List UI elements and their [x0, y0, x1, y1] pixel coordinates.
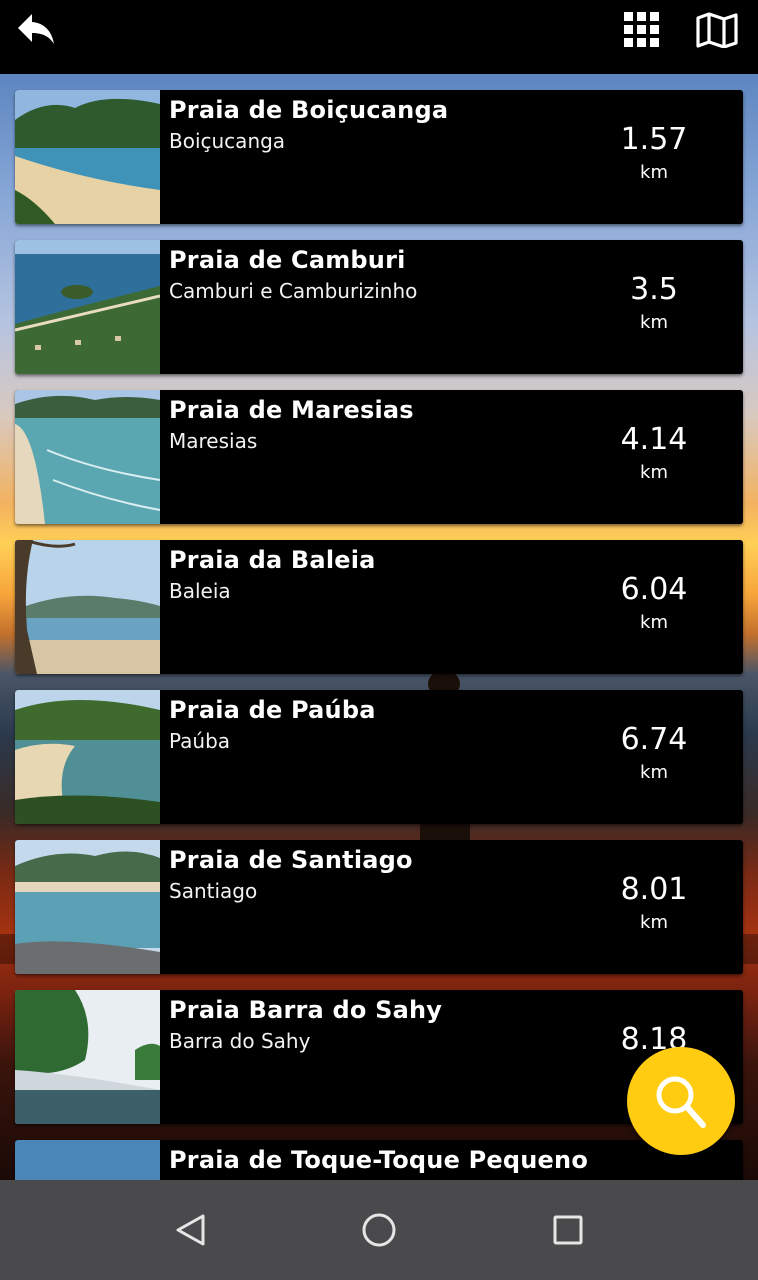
beach-region: Maresias: [169, 429, 258, 453]
beach-card[interactable]: Praia de Maresias Maresias 4.14 km: [15, 390, 743, 524]
beach-card[interactable]: Praia de Camburi Camburi e Camburizinho …: [15, 240, 743, 374]
beach-name: Praia da Baleia: [169, 546, 376, 574]
beach-region: Camburi e Camburizinho: [169, 279, 418, 303]
beach-thumbnail: [15, 90, 160, 224]
distance-value: 6.04: [620, 572, 688, 607]
distance-value: 4.14: [620, 422, 688, 457]
beach-card[interactable]: Praia de Boiçucanga Boiçucanga 1.57 km: [15, 90, 743, 224]
beach-name: Praia de Boiçucanga: [169, 96, 449, 124]
map-icon[interactable]: [696, 12, 738, 49]
grid-view-icon[interactable]: [624, 12, 660, 48]
beach-thumbnail: [15, 690, 160, 824]
distance-unit: km: [640, 312, 668, 333]
distance-unit: km: [640, 462, 668, 483]
beach-thumbnail: [15, 240, 160, 374]
beach-name: Praia Barra do Sahy: [169, 996, 443, 1024]
back-arrow-icon[interactable]: [14, 10, 58, 50]
nav-recents-icon[interactable]: [548, 1210, 588, 1250]
distance-value: 8.01: [620, 872, 688, 907]
beach-distance: 6.04 km: [609, 572, 699, 638]
distance-unit: km: [640, 612, 668, 633]
nav-home-icon[interactable]: [359, 1210, 399, 1250]
beach-distance: 6.74 km: [609, 722, 699, 788]
nav-back-icon[interactable]: [170, 1210, 210, 1250]
beach-card[interactable]: Praia de Santiago Santiago 8.01 km: [15, 840, 743, 974]
beach-card[interactable]: Praia de Paúba Paúba 6.74 km: [15, 690, 743, 824]
beach-distance: 1.57 km: [609, 122, 699, 188]
beach-name: Praia de Paúba: [169, 696, 376, 724]
beach-name: Praia de Santiago: [169, 846, 413, 874]
beach-region: Paúba: [169, 729, 231, 753]
beach-name: Praia de Toque-Toque Pequeno: [169, 1146, 589, 1174]
beach-thumbnail: [15, 540, 160, 674]
search-button[interactable]: [627, 1047, 735, 1155]
beach-card[interactable]: Praia da Baleia Baleia 6.04 km: [15, 540, 743, 674]
distance-unit: km: [640, 912, 668, 933]
app-toolbar: [0, 0, 758, 74]
beach-distance: 8.01 km: [609, 872, 699, 938]
beach-distance: 4.14 km: [609, 422, 699, 488]
distance-unit: km: [640, 762, 668, 783]
beach-region: Baleia: [169, 579, 231, 603]
distance-value: 1.57: [620, 122, 688, 157]
distance-value: 3.5: [630, 272, 678, 307]
beach-thumbnail: [15, 390, 160, 524]
beach-region: Santiago: [169, 879, 258, 903]
beach-region: Barra do Sahy: [169, 1029, 311, 1053]
system-navigation-bar: [0, 1180, 758, 1280]
distance-value: 6.74: [620, 722, 688, 757]
beach-name: Praia de Camburi: [169, 246, 406, 274]
beach-region: Boiçucanga: [169, 129, 286, 153]
distance-unit: km: [640, 162, 668, 183]
search-icon: [656, 1076, 706, 1128]
beach-thumbnail: [15, 840, 160, 974]
beach-name: Praia de Maresias: [169, 396, 414, 424]
beach-thumbnail: [15, 990, 160, 1124]
beach-distance: 3.5 km: [609, 272, 699, 338]
